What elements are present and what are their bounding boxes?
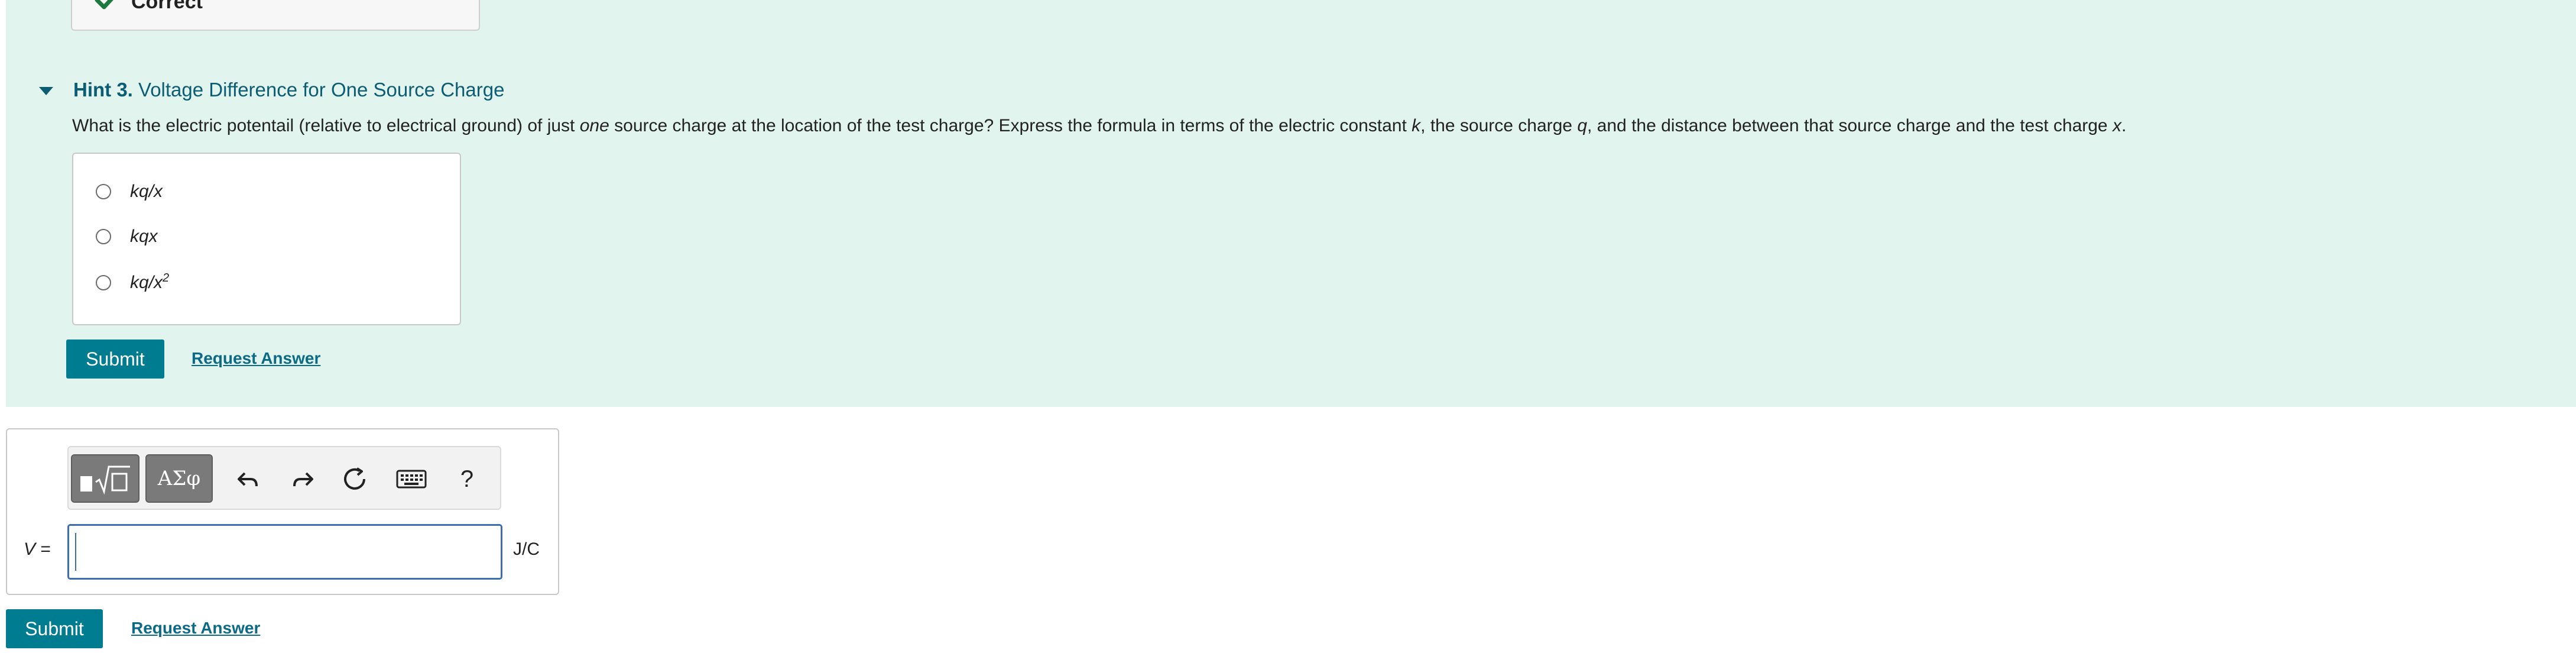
keyboard-icon [396,470,427,489]
answer-box: ΑΣφ ? V = J/C [6,428,559,595]
hint-title[interactable]: Hint 3. Voltage Difference for One Sourc… [73,79,504,101]
hint-question: What is the electric potentail (relative… [72,116,2127,135]
answer-request-answer-link[interactable]: Request Answer [131,619,260,638]
radio-button[interactable] [96,229,111,244]
option-kq-over-x-squared[interactable]: kq/x2 [96,271,169,295]
hint-number: Hint 3. [73,79,133,101]
math-toolbar: ΑΣφ ? [67,446,501,510]
reset-button[interactable] [340,465,369,493]
hint-panel: Correct Hint 3. Voltage Difference for O… [6,0,2576,407]
answer-submit-button[interactable]: Submit [6,609,103,648]
option-label: kq/x [130,182,163,201]
keyboard-button[interactable] [395,465,428,493]
redo-icon [293,472,313,487]
text-cursor [75,533,76,571]
variable-label: V = [24,539,51,559]
templates-button[interactable] [71,454,139,503]
hint-title-text: Voltage Difference for One Source Charge [138,79,505,101]
reset-icon [344,467,365,490]
hint-submit-button[interactable]: Submit [66,340,164,379]
option-label: kqx [130,227,158,246]
undo-icon [238,472,258,487]
help-button[interactable]: ? [453,465,481,493]
option-kqx[interactable]: kqx [96,225,158,248]
option-kq-over-x[interactable]: kq/x [96,180,163,203]
greek-symbols-button[interactable]: ΑΣφ [145,454,213,503]
option-label: kq/x2 [130,271,170,292]
hint-request-answer-link[interactable]: Request Answer [192,349,320,368]
answer-input[interactable] [67,524,502,580]
unit-label: J/C [513,539,540,559]
correct-feedback-box: Correct [71,0,480,31]
collapse-caret-icon[interactable] [38,86,54,96]
undo-button[interactable] [234,465,262,493]
fraction-sqrt-icon [80,465,130,495]
radio-button[interactable] [96,184,111,199]
radio-button[interactable] [96,275,111,290]
check-icon [95,0,113,9]
correct-label: Correct [131,0,203,13]
redo-button[interactable] [288,465,317,493]
options-box: kq/x kqx kq/x2 [72,153,461,325]
